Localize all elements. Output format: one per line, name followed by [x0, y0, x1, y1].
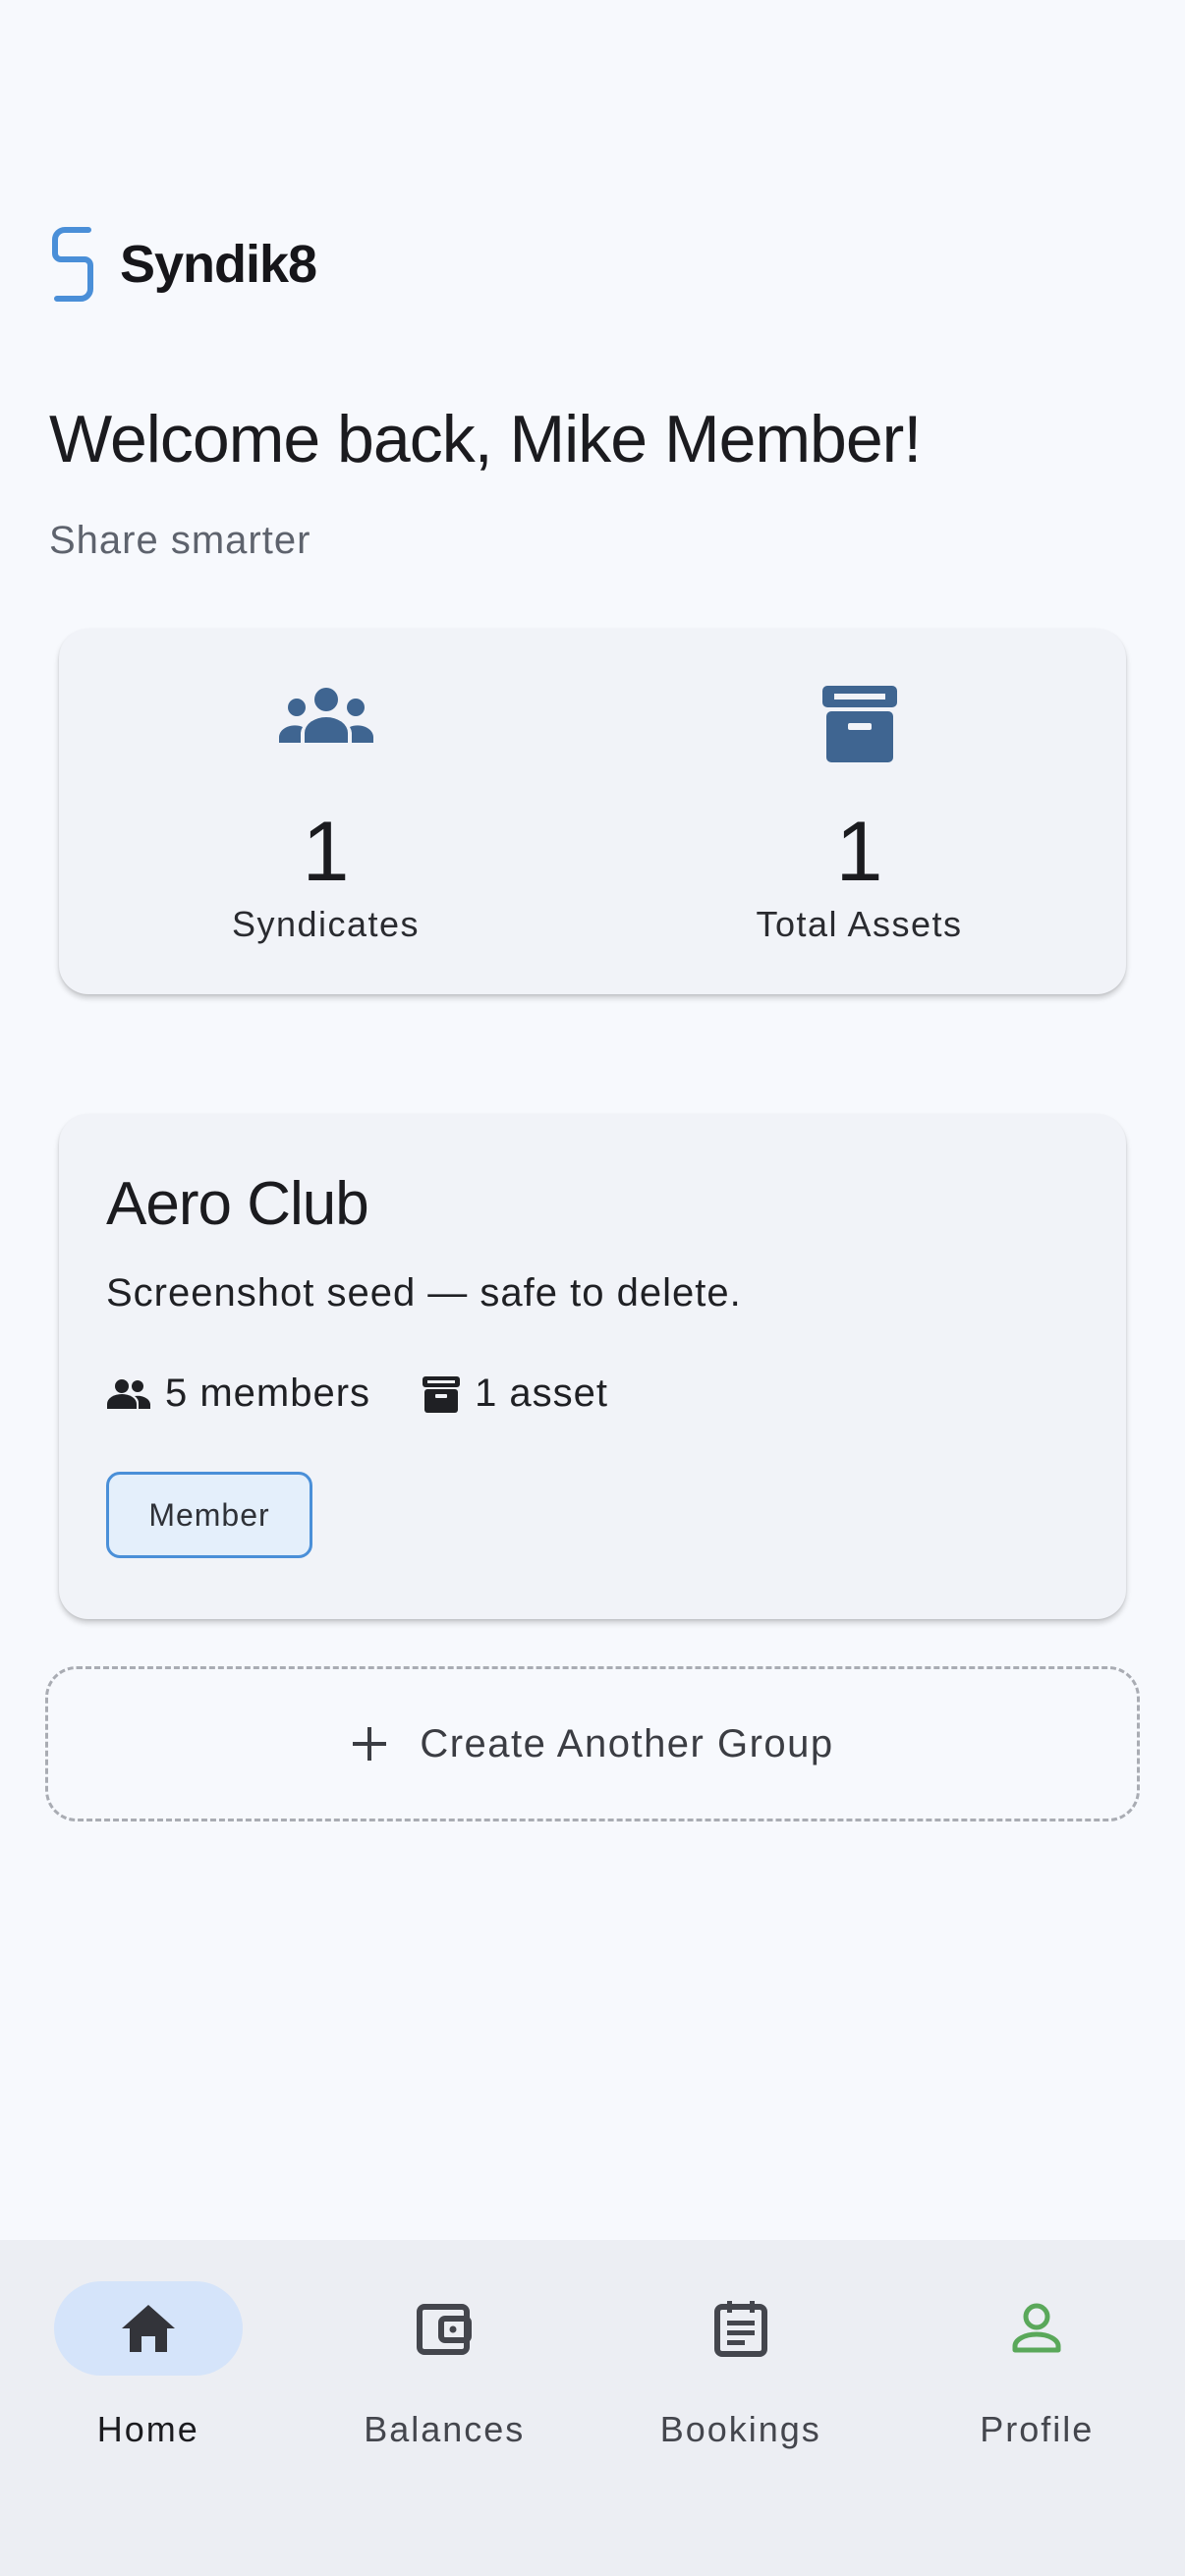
syndicates-count: 1 — [302, 805, 350, 899]
nav-bookings-label: Bookings — [659, 2409, 821, 2449]
home-icon — [121, 2305, 175, 2352]
group-description: Screenshot seed — safe to delete. — [106, 1271, 742, 1315]
plus-icon — [353, 1727, 387, 1761]
wallet-icon — [417, 2304, 473, 2355]
bottom-navigation: Home Balances Bookings Profile — [0, 2240, 1185, 2576]
archive-icon — [423, 1375, 461, 1413]
nav-balances-label: Balances — [364, 2409, 526, 2449]
assets-count: 1 — [835, 805, 883, 899]
syndik8-logo-icon — [52, 227, 93, 302]
clipboard-icon — [713, 2301, 767, 2357]
nav-home-label: Home — [96, 2409, 199, 2449]
home-screen: Syndik8 Welcome back, Mike Member! Share… — [0, 0, 1185, 2576]
stat-syndicates: 1 Syndicates — [59, 629, 592, 994]
app-logo: Syndik8 — [49, 224, 317, 305]
nav-profile[interactable]: Profile — [889, 2240, 1185, 2576]
group-title: Aero Club — [106, 1170, 369, 1238]
welcome-heading: Welcome back, Mike Member! — [49, 402, 922, 476]
nav-balances[interactable]: Balances — [297, 2240, 593, 2576]
create-group-label: Create Another Group — [420, 1721, 834, 1765]
assets-label: Total Assets — [756, 904, 963, 944]
group-card-aero-club[interactable]: Aero Club Screenshot seed — safe to dele… — [59, 1114, 1126, 1619]
nav-balances-pill — [350, 2281, 538, 2376]
syndicates-label: Syndicates — [231, 904, 421, 944]
stat-total-assets: 1 Total Assets — [592, 629, 1126, 994]
person-icon — [1012, 2303, 1061, 2353]
role-badge: Member — [106, 1472, 312, 1558]
members-text: 5 members — [165, 1372, 371, 1415]
nav-profile-label: Profile — [980, 2409, 1095, 2449]
group-icon — [278, 688, 373, 743]
archive-box-icon — [821, 686, 897, 762]
members-count: 5 members — [106, 1372, 370, 1416]
nav-bookings[interactable]: Bookings — [592, 2240, 889, 2576]
assets-count-inline: 1 asset — [422, 1372, 608, 1416]
create-another-group-button[interactable]: Create Another Group — [45, 1666, 1140, 1821]
nav-bookings-pill — [647, 2281, 835, 2376]
group-meta: 5 members 1 asset — [106, 1372, 659, 1416]
stats-card: 1 Syndicates 1 Total Assets — [59, 629, 1126, 994]
nav-profile-pill — [942, 2281, 1131, 2376]
people-icon — [107, 1378, 150, 1409]
app-name: Syndik8 — [120, 235, 317, 294]
nav-home[interactable]: Home — [0, 2240, 297, 2576]
nav-home-pill — [53, 2281, 243, 2376]
tagline: Share smarter — [49, 519, 311, 562]
assets-text: 1 asset — [475, 1372, 609, 1415]
